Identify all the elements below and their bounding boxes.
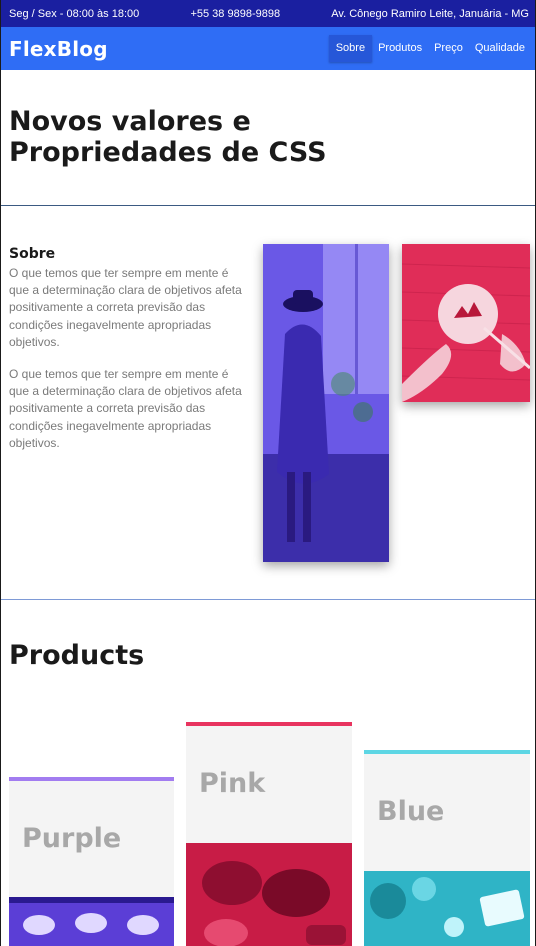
pink-product-illustration: [186, 843, 352, 946]
woman-photo-illustration: [263, 244, 389, 562]
section-divider: [1, 599, 535, 600]
brand-logo[interactable]: FlexBlog: [9, 37, 108, 61]
nav-menu: Sobre Produtos Preço Qualidade: [328, 27, 531, 70]
blue-product-image: [364, 871, 530, 946]
page-frame: Seg / Sex - 08:00 às 18:00 +55 38 9898-9…: [0, 0, 536, 946]
card-accent-bar: [364, 750, 530, 754]
sobre-heading: Sobre: [9, 246, 56, 262]
info-topbar: Seg / Sex - 08:00 às 18:00 +55 38 9898-9…: [1, 0, 535, 27]
card-label: Blue: [377, 796, 445, 827]
product-card-purple[interactable]: Purple: [9, 777, 174, 946]
card-accent-bar: [9, 777, 174, 781]
business-hours: Seg / Sex - 08:00 às 18:00: [9, 7, 140, 20]
address: Av. Cônego Ramiro Leite, Januária - MG: [331, 7, 529, 20]
main-navbar: FlexBlog Sobre Produtos Preço Qualidade: [1, 27, 535, 70]
products-heading: Products: [9, 640, 145, 671]
pink-product-image: [186, 843, 352, 946]
sobre-paragraph: O que temos que ter sempre em mente é qu…: [9, 367, 242, 450]
nav-item-sobre[interactable]: Sobre: [328, 35, 373, 62]
sobre-paragraph: O que temos que ter sempre em mente é qu…: [9, 266, 242, 349]
card-accent-bar: [186, 722, 352, 726]
phone-number: +55 38 9898-9898: [190, 7, 281, 20]
product-card-pink[interactable]: Pink: [186, 722, 352, 946]
nav-item-preco[interactable]: Preço: [428, 35, 469, 62]
hands-photo: [402, 244, 530, 402]
product-card-blue[interactable]: Blue: [364, 750, 530, 946]
blue-product-illustration: [364, 871, 530, 946]
purple-product-image: [9, 897, 174, 946]
card-label: Purple: [22, 823, 122, 854]
hands-photo-illustration: [402, 244, 530, 402]
purple-product-illustration: [9, 897, 174, 946]
card-label: Pink: [199, 768, 266, 799]
nav-item-qualidade[interactable]: Qualidade: [469, 35, 531, 62]
section-divider: [1, 205, 535, 206]
hero-title: Novos valores e Propriedades de CSS: [9, 106, 327, 168]
woman-photo: [263, 244, 389, 562]
nav-item-produtos[interactable]: Produtos: [372, 35, 428, 62]
